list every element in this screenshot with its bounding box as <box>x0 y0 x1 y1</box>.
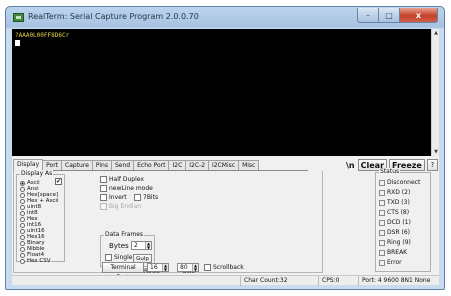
tab-strip: Display Port Capture Pins Send Echo Port… <box>13 159 308 171</box>
cps-readout: CPS:0 <box>318 276 358 286</box>
radio-hex-csv[interactable]: Hex CSV <box>20 258 51 264</box>
tab-capture[interactable]: Capture <box>61 160 93 170</box>
big-endian-checkbox: Big Endian <box>100 203 141 210</box>
terminal-output[interactable]: ?AAA0L00FF8D6Cr <box>12 29 431 156</box>
window-title: RealTerm: Serial Capture Program 2.0.0.7… <box>28 12 199 21</box>
terminal-font-button[interactable]: Terminal Font <box>102 262 144 281</box>
status-disconnect[interactable]: Disconnect <box>379 179 420 186</box>
display-tab-panel: Display As ✔ Ascii Ansi Hex[space] Hex +… <box>13 170 323 275</box>
rows-spinner[interactable]: 16 ▲ ▼ <box>147 263 169 272</box>
port-settings: Port: 4 9600 8N1 None <box>358 276 439 286</box>
bytes-spinner[interactable]: 2 ▲ ▼ <box>131 241 152 250</box>
tab-i2cmisc[interactable]: I2CMisc <box>208 160 240 170</box>
tab-echo-port[interactable]: Echo Port <box>133 160 170 170</box>
tab-port[interactable]: Port <box>42 160 63 170</box>
app-window: RealTerm: Serial Capture Program 2.0.0.7… <box>5 6 445 290</box>
status-rxd: RXD (2) <box>379 189 410 196</box>
bytes-label: Bytes <box>109 242 129 250</box>
7bits-checkbox[interactable]: 7Bits <box>134 194 158 201</box>
help-button[interactable]: ? <box>426 159 438 171</box>
maximize-button[interactable]: □ <box>379 8 400 23</box>
terminal-text: ?AAA0L00FF8D6Cr <box>15 32 70 39</box>
display-as-checkbox[interactable]: ✔ <box>55 178 62 185</box>
close-button[interactable]: x <box>400 8 438 23</box>
scroll-up-icon[interactable]: ▲ <box>432 29 440 37</box>
tab-send[interactable]: Send <box>110 160 135 170</box>
scrollback-checkbox[interactable]: Scrollback <box>204 264 244 271</box>
title-bar[interactable]: RealTerm: Serial Capture Program 2.0.0.7… <box>6 7 444 29</box>
half-duplex-checkbox[interactable]: Half Duplex <box>100 176 144 183</box>
tab-pins[interactable]: Pins <box>91 160 112 170</box>
status-bar: Char Count:32 CPS:0 Port: 4 9600 8N1 Non… <box>12 275 439 286</box>
status-title: Status <box>379 168 401 175</box>
caption-buttons: – □ x <box>357 8 438 24</box>
tab-misc[interactable]: Misc <box>238 160 260 170</box>
scroll-down-icon[interactable]: ▼ <box>432 148 440 156</box>
terminal-cursor <box>15 40 20 46</box>
char-count: Char Count:32 <box>240 276 318 286</box>
single-checkbox[interactable]: Single <box>105 254 132 261</box>
terminal-scrollbar[interactable]: ▲ ▼ <box>431 29 439 156</box>
data-frames-title: Data Frames <box>104 231 145 238</box>
newline-mode-checkbox[interactable]: newLine mode <box>100 185 153 192</box>
close-icon: x <box>415 10 422 20</box>
app-icon <box>13 13 24 22</box>
display-as-group: Display As ✔ Ascii Ansi Hex[space] Hex +… <box>16 170 65 264</box>
newline-button[interactable]: \n <box>346 161 355 170</box>
maximize-icon: □ <box>385 10 393 20</box>
display-as-title: Display As <box>20 170 54 177</box>
spinner-arrows-icon[interactable]: ▲ ▼ <box>145 242 151 249</box>
status-dsr: DSR (6) <box>379 229 410 236</box>
status-dcd: DCD (1) <box>379 219 411 226</box>
minimize-button[interactable]: – <box>357 8 379 23</box>
rows-arrows-icon[interactable]: ▲ ▼ <box>162 264 168 271</box>
client-area: ?AAA0L00FF8D6Cr ▲ ▼ Display Port Capture… <box>12 29 439 286</box>
cols-arrows-icon[interactable]: ▲ ▼ <box>192 264 198 271</box>
status-cts: CTS (8) <box>379 209 409 216</box>
status-ring: Ring (9) <box>379 239 411 246</box>
tab-i2c[interactable]: I2C <box>168 160 187 170</box>
status-break: BREAK <box>379 249 407 256</box>
minimize-icon: – <box>366 10 370 20</box>
tab-i2c-2[interactable]: I2C-2 <box>185 160 210 170</box>
cols-spinner[interactable]: 80 ▲ ▼ <box>177 263 199 272</box>
status-group: Status Disconnect RXD (2) TXD (3) CTS (8… <box>375 168 431 272</box>
status-error: Error <box>379 259 402 266</box>
status-txd: TXD (3) <box>379 199 410 206</box>
invert-checkbox[interactable]: Invert <box>100 194 127 201</box>
